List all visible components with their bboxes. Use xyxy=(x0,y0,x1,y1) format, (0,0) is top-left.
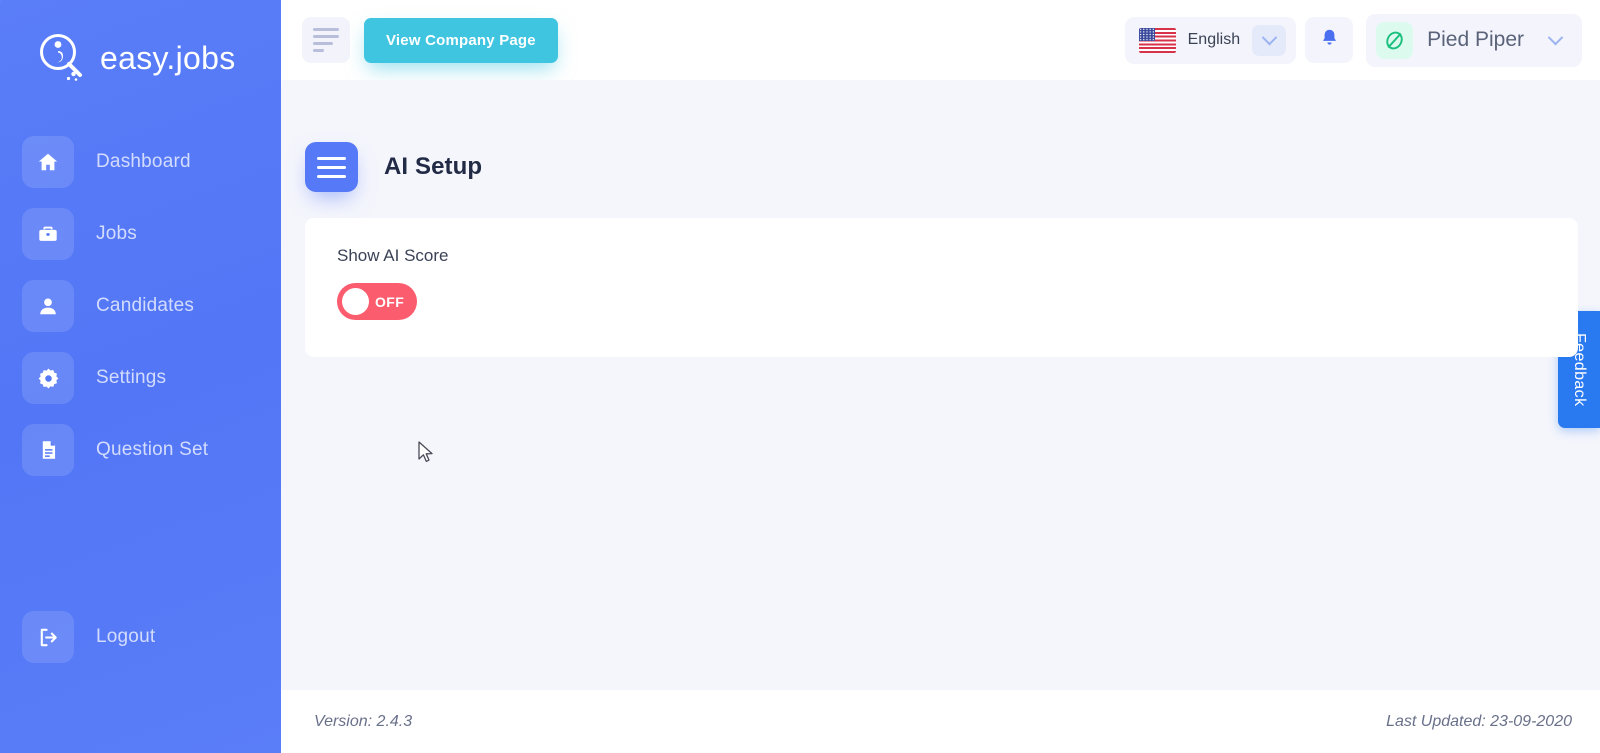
sidebar-item-question-set[interactable]: Question Set xyxy=(0,424,281,476)
brand-logo[interactable]: easy.jobs xyxy=(0,0,281,84)
language-label: English xyxy=(1187,31,1241,48)
footer: Version: 2.4.3 Last Updated: 23-09-2020 xyxy=(281,690,1600,753)
pied-piper-logo-icon xyxy=(1376,21,1414,59)
sidebar-item-label: Jobs xyxy=(96,223,137,244)
sidebar-item-candidates[interactable]: Candidates xyxy=(0,280,281,332)
sidebar-logout-section: Logout xyxy=(0,611,281,683)
user-name-label: Pied Piper xyxy=(1427,28,1524,51)
app-root: easy.jobs Dashboard Jobs Candidates Sett… xyxy=(0,0,1600,753)
chevron-down-icon[interactable] xyxy=(1252,24,1287,56)
show-ai-score-toggle[interactable]: OFF xyxy=(337,283,417,320)
version-label: Version: 2.4.3 xyxy=(314,712,413,730)
brand-name: easy.jobs xyxy=(100,39,236,76)
sidebar-item-label: Candidates xyxy=(96,295,195,316)
magnifier-person-logo-icon xyxy=(36,32,86,84)
page-title: AI Setup xyxy=(384,153,483,180)
briefcase-icon xyxy=(22,208,74,260)
menu-line xyxy=(313,42,333,45)
toggle-line xyxy=(317,174,346,178)
toggle-knob xyxy=(342,288,369,315)
us-flag-icon xyxy=(1138,27,1176,53)
toggle-state-label: OFF xyxy=(375,293,405,310)
user-menu[interactable]: Pied Piper xyxy=(1366,13,1582,67)
view-company-page-button[interactable]: View Company Page xyxy=(364,17,558,63)
bell-icon xyxy=(1319,27,1340,54)
home-icon xyxy=(22,136,74,188)
menu-line xyxy=(313,35,339,38)
document-list-icon xyxy=(22,424,74,476)
menu-line xyxy=(313,49,324,52)
notifications-button[interactable] xyxy=(1305,17,1354,63)
toggle-line xyxy=(317,165,346,169)
language-selector[interactable]: English xyxy=(1124,16,1297,64)
sidebar-item-label: Question Set xyxy=(96,439,209,460)
sidebar-item-logout[interactable]: Logout xyxy=(0,611,281,663)
align-left-icon[interactable] xyxy=(302,17,350,63)
hamburger-icon[interactable] xyxy=(305,142,358,192)
last-updated-label: Last Updated: 23-09-2020 xyxy=(1386,712,1572,730)
show-ai-score-label: Show AI Score xyxy=(337,246,449,265)
menu-line xyxy=(313,28,339,31)
sidebar-nav: Dashboard Jobs Candidates Settings Quest… xyxy=(0,136,281,476)
logout-icon xyxy=(22,611,74,663)
header-right-controls: English Pied Piper xyxy=(1124,13,1600,67)
toggle-line xyxy=(317,156,346,160)
user-icon xyxy=(22,280,74,332)
sidebar-logout-label: Logout xyxy=(96,626,156,647)
chevron-down-icon[interactable] xyxy=(1538,24,1572,56)
page-header: AI Setup xyxy=(281,80,1600,192)
main-content: AI Setup Show AI Score OFF xyxy=(281,80,1600,690)
sidebar-item-dashboard[interactable]: Dashboard xyxy=(0,136,281,188)
sidebar-item-label: Settings xyxy=(96,367,167,388)
sidebar-item-settings[interactable]: Settings xyxy=(0,352,281,404)
top-header: View Company Page English Pied Piper xyxy=(281,0,1600,80)
sidebar: easy.jobs Dashboard Jobs Candidates Sett… xyxy=(0,0,281,753)
gear-icon xyxy=(22,352,74,404)
ai-setup-card: Show AI Score OFF xyxy=(305,218,1578,357)
sidebar-item-label: Dashboard xyxy=(96,151,191,172)
sidebar-item-jobs[interactable]: Jobs xyxy=(0,208,281,260)
